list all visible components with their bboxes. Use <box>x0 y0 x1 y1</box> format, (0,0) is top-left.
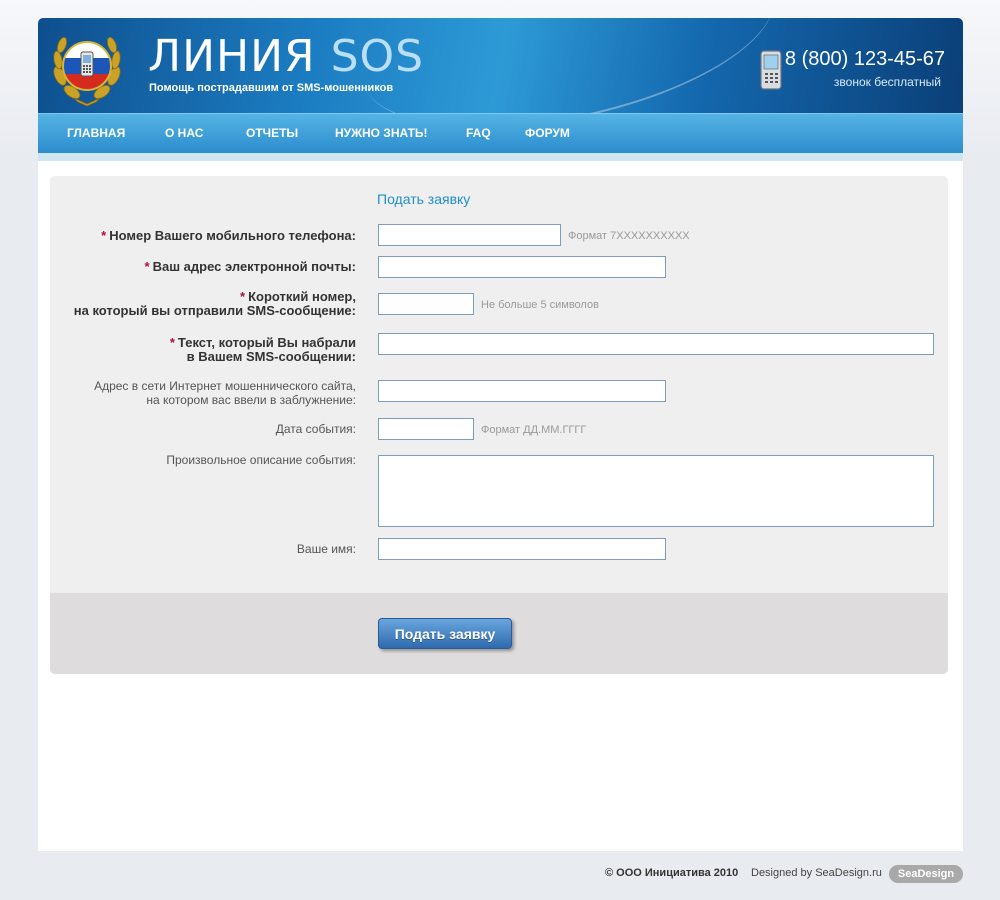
site-header: ЛИНИЯ SOS Помощь пострадавшим от SMS-мош… <box>38 18 963 113</box>
phone-format-hint: Формат 7XXXXXXXXXX <box>568 230 690 242</box>
application-form-panel: Подать заявку * Номер Вашего мобильного т… <box>50 176 948 674</box>
short-number-hint: Не больше 5 символов <box>481 299 599 311</box>
nav-item-need-to-know[interactable]: НУЖНО ЗНАТЬ! <box>335 126 428 140</box>
phone-field-label-text: Номер Вашего мобильного телефона: <box>109 228 356 243</box>
required-star-icon: * <box>169 335 175 350</box>
event-date-input[interactable] <box>378 418 474 440</box>
nav-item-reports[interactable]: ОТЧЕТЫ <box>246 126 298 140</box>
designed-by-link[interactable]: Designed by SeaDesign.ru <box>751 867 882 879</box>
description-textarea[interactable] <box>378 455 934 527</box>
fraud-site-field-label: Адрес в сети Интернет мошеннического сай… <box>94 379 356 407</box>
sms-text-label-line1: Текст, который Вы набрали <box>177 335 356 350</box>
required-star-icon: * <box>144 259 150 274</box>
fraud-site-label-line1: Адрес в сети Интернет мошеннического сай… <box>94 379 356 393</box>
page-container: ЛИНИЯ SOS Помощь пострадавшим от SMS-мош… <box>38 18 963 851</box>
name-input[interactable] <box>378 538 666 560</box>
site-subtitle: Помощь пострадавшим от SMS-мошенников <box>149 82 394 94</box>
copyright-text: © ООО Инициатива 2010 <box>605 867 738 879</box>
event-date-field-label: Дата события: <box>275 422 356 436</box>
hotline-phone-number: 8 (800) 123-45-67 <box>784 48 945 70</box>
sms-text-field-label: * Текст, который Вы набрали в Вашем SMS-с… <box>170 336 356 364</box>
site-title-accent: SOS <box>330 31 425 82</box>
emblem-logo-icon[interactable] <box>52 28 122 106</box>
sms-text-label-line2: в Вашем SMS-сообщении: <box>186 349 356 364</box>
email-input[interactable] <box>378 256 666 278</box>
event-date-hint: Формат ДД.ММ.ГГГГ <box>481 424 587 436</box>
description-field-label: Произвольное описание события: <box>166 453 356 467</box>
nav-divider-stripe <box>38 153 963 161</box>
mobile-phone-icon <box>760 50 782 90</box>
submit-application-button[interactable]: Подать заявку <box>378 618 512 649</box>
nav-item-forum[interactable]: ФОРУМ <box>525 126 570 140</box>
copyright-label: © ООО Инициатива 2010 <box>605 867 739 879</box>
email-field-label: * Ваш адрес электронной почты: <box>145 260 356 274</box>
short-number-input[interactable] <box>378 293 474 315</box>
fraud-site-label-line2: на котором вас ввели в заблужнение: <box>146 393 356 407</box>
hotline-note: звонок бесплатный <box>833 75 941 89</box>
phone-field-label: * Номер Вашего мобильного телефона: <box>101 229 356 243</box>
nav-item-home[interactable]: ГЛАВНАЯ <box>67 126 125 140</box>
nav-item-about[interactable]: О НАС <box>165 126 203 140</box>
short-number-label-line2: на который вы отправили SMS-сообщение: <box>73 303 356 318</box>
site-title[interactable]: ЛИНИЯ SOS <box>148 32 424 82</box>
required-star-icon: * <box>101 228 107 243</box>
short-number-label-line1: Короткий номер, <box>248 289 356 304</box>
seadesign-badge[interactable]: SeaDesign <box>889 865 963 883</box>
email-field-label-text: Ваш адрес электронной почты: <box>152 259 356 274</box>
sms-text-input[interactable] <box>378 333 934 355</box>
fraud-site-input[interactable] <box>378 380 666 402</box>
required-star-icon: * <box>240 289 246 304</box>
form-title: Подать заявку <box>377 191 471 207</box>
site-title-main: ЛИНИЯ <box>148 31 316 82</box>
phone-input[interactable] <box>378 224 561 246</box>
nav-item-faq[interactable]: FAQ <box>466 126 491 140</box>
main-nav: ГЛАВНАЯ О НАС ОТЧЕТЫ НУЖНО ЗНАТЬ! FAQ ФО… <box>38 113 963 153</box>
name-field-label: Ваше имя: <box>296 542 356 556</box>
short-number-field-label: * Короткий номер, на который вы отправили… <box>74 290 356 318</box>
